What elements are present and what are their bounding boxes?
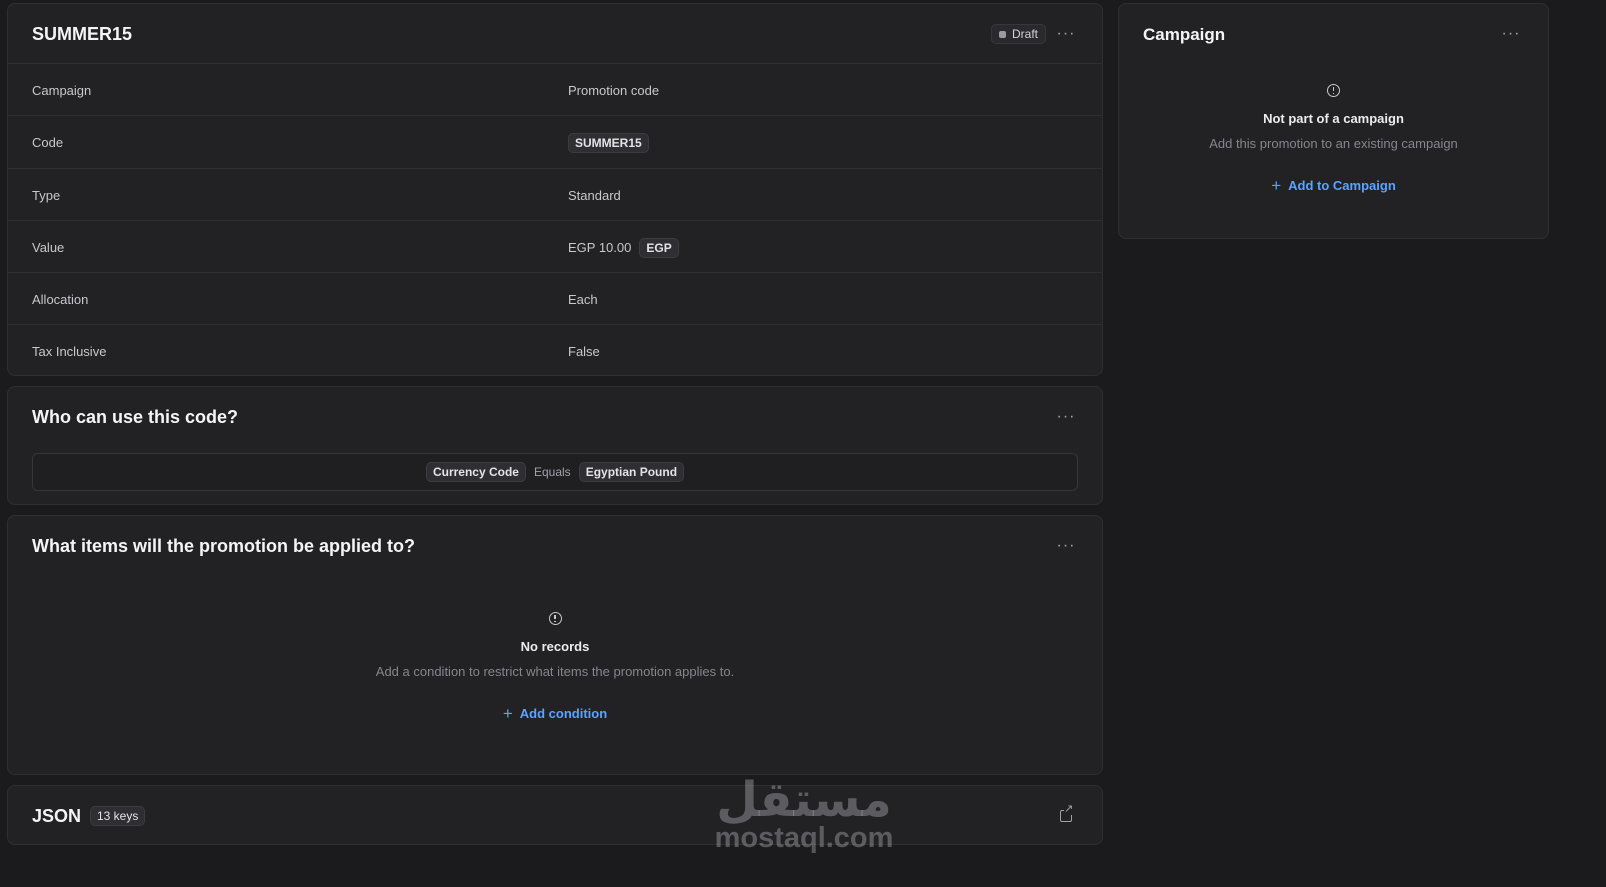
detail-row-allocation: Allocation Each: [8, 272, 1102, 326]
detail-value-text: Standard: [568, 188, 621, 203]
campaign-card: Campaign ··· Not part of a campaign Add …: [1118, 3, 1549, 239]
empty-description: Add this promotion to an existing campai…: [1209, 136, 1458, 151]
rule-operator: Equals: [533, 465, 571, 479]
promotion-title: SUMMER15: [32, 24, 133, 44]
plus-icon: +: [502, 704, 513, 723]
external-link-icon[interactable]: [1060, 804, 1074, 822]
more-horizontal-icon: ···: [1056, 25, 1076, 42]
empty-description: Add a condition to restrict what items t…: [375, 664, 735, 679]
detail-value: SUMMER15: [568, 132, 649, 153]
add-to-campaign-label: Add to Campaign: [1288, 178, 1396, 193]
empty-title: No records: [520, 639, 590, 654]
currency-pill: EGP: [639, 237, 679, 258]
campaign-menu-button[interactable]: ···: [1497, 20, 1525, 48]
detail-row-tax-inclusive: Tax Inclusive False: [8, 324, 1102, 378]
json-keys-badge: 13 keys: [90, 806, 146, 826]
who-can-use-card: Who can use this code? ··· Currency Code…: [7, 386, 1103, 505]
target-items-card: What items will the promotion be applied…: [7, 515, 1103, 775]
detail-value: False: [568, 344, 600, 359]
detail-row-code: Code SUMMER15: [8, 115, 1102, 169]
detail-value: EGP 10.00 EGP: [568, 237, 679, 258]
detail-key: Tax Inclusive: [32, 344, 107, 359]
more-horizontal-icon: ···: [1056, 408, 1076, 425]
add-condition-label: Add condition: [519, 706, 608, 721]
detail-key: Code: [32, 135, 64, 150]
json-title: JSON: [32, 806, 82, 826]
rule-value: Egyptian Pound: [578, 462, 685, 482]
detail-value-text: False: [568, 344, 600, 359]
plus-icon: +: [1271, 176, 1282, 195]
detail-key: Value: [32, 240, 65, 255]
detail-value-text: Each: [568, 292, 598, 307]
status-badge-label: Draft: [1012, 27, 1039, 41]
empty-title: Not part of a campaign: [1263, 111, 1404, 126]
detail-value-text: Promotion code: [568, 83, 660, 98]
target-items-menu-button[interactable]: ···: [1052, 532, 1080, 560]
items-empty-state: No records Add a condition to restrict w…: [8, 612, 1102, 724]
detail-key: Type: [32, 188, 61, 203]
detail-row-type: Type Standard: [8, 168, 1102, 222]
detail-value: Standard: [568, 188, 621, 203]
detail-value: Each: [568, 292, 598, 307]
status-dot-icon: [999, 30, 1006, 38]
target-items-title: What items will the promotion be applied…: [32, 536, 416, 556]
detail-key: Campaign: [32, 83, 92, 98]
promotion-menu-button[interactable]: ···: [1052, 20, 1080, 48]
who-can-use-menu-button[interactable]: ···: [1052, 403, 1080, 431]
more-horizontal-icon: ···: [1056, 537, 1076, 554]
who-can-use-title: Who can use this code?: [32, 407, 239, 427]
detail-row-campaign: Campaign Promotion code: [8, 63, 1102, 117]
campaign-empty-state: Not part of a campaign Add this promotio…: [1119, 84, 1548, 196]
exclamation-circle-icon: [548, 612, 562, 625]
exclamation-circle-icon: [1327, 84, 1340, 97]
detail-row-value: Value EGP 10.00 EGP: [8, 220, 1102, 274]
rule-row[interactable]: Currency Code Equals Egyptian Pound: [32, 453, 1078, 491]
detail-value-text: EGP 10.00: [568, 240, 632, 255]
json-card: JSON 13 keys: [7, 785, 1103, 845]
rule-attribute: Currency Code: [425, 462, 526, 482]
more-horizontal-icon: ···: [1501, 25, 1521, 42]
detail-key: Allocation: [32, 292, 89, 307]
detail-value: Promotion code: [568, 83, 659, 98]
add-to-campaign-button[interactable]: + Add to Campaign: [1271, 177, 1396, 194]
code-pill: SUMMER15: [568, 132, 649, 153]
add-condition-button[interactable]: + Add condition: [503, 705, 607, 722]
status-badge: Draft: [991, 24, 1047, 44]
promotion-details-card: SUMMER15 Draft ··· Campaign Promotion co…: [7, 3, 1103, 376]
campaign-title: Campaign: [1143, 25, 1226, 44]
